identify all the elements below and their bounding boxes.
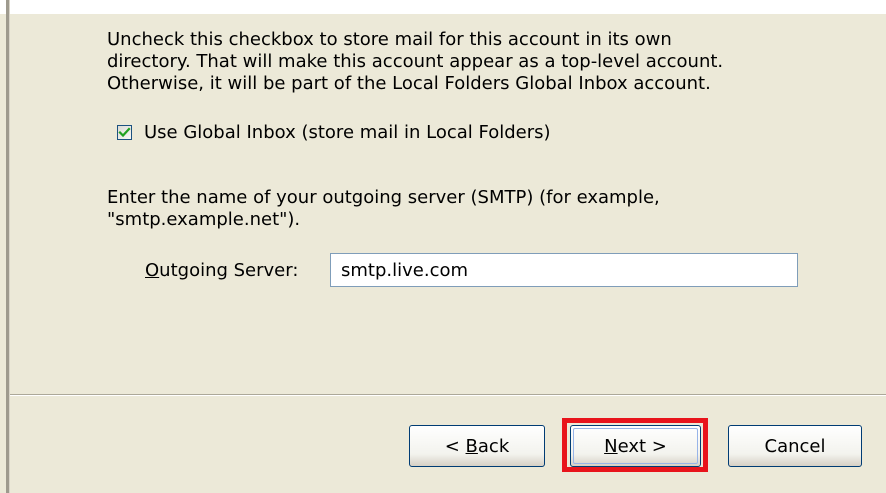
cancel-button[interactable]: Cancel bbox=[728, 425, 862, 467]
smtp-instructions-line: "smtp.example.net"). bbox=[107, 209, 301, 230]
description-line: Otherwise, it will be part of the Local … bbox=[107, 73, 711, 94]
outgoing-server-input[interactable] bbox=[330, 253, 798, 287]
outgoing-server-row: Outgoing Server: bbox=[145, 253, 798, 287]
back-button-label: < Back bbox=[445, 436, 510, 457]
description-line: directory. That will make this account a… bbox=[107, 51, 724, 72]
top-strip bbox=[0, 0, 886, 14]
next-button[interactable]: Next > bbox=[570, 425, 701, 467]
next-button-label: Next > bbox=[604, 436, 667, 457]
back-button-rest: ack bbox=[477, 435, 510, 457]
global-inbox-description: Uncheck this checkbox to store mail for … bbox=[107, 29, 723, 95]
global-inbox-checkbox[interactable] bbox=[117, 124, 132, 140]
outgoing-server-mnemonic: O bbox=[145, 259, 160, 281]
next-button-rest: ext > bbox=[617, 435, 667, 457]
back-button[interactable]: < Back bbox=[409, 425, 545, 467]
smtp-instructions-line: Enter the name of your outgoing server (… bbox=[107, 187, 660, 208]
outgoing-server-label: Outgoing Server: bbox=[145, 260, 330, 281]
outgoing-server-label-rest: utgoing Server: bbox=[159, 259, 299, 281]
description-line: Uncheck this checkbox to store mail for … bbox=[107, 29, 672, 50]
smtp-instructions: Enter the name of your outgoing server (… bbox=[107, 187, 660, 231]
global-inbox-option[interactable]: Use Global Inbox (store mail in Local Fo… bbox=[117, 121, 551, 143]
checkmark-icon bbox=[118, 126, 131, 137]
cancel-button-label: Cancel bbox=[764, 435, 826, 457]
button-separator bbox=[10, 394, 886, 396]
window-left-border-highlight bbox=[9, 0, 10, 493]
back-button-mnemonic: B bbox=[465, 435, 478, 457]
next-button-mnemonic: N bbox=[604, 435, 618, 457]
back-button-prefix: < bbox=[444, 435, 466, 457]
global-inbox-label[interactable]: Use Global Inbox (store mail in Local Fo… bbox=[144, 122, 551, 143]
